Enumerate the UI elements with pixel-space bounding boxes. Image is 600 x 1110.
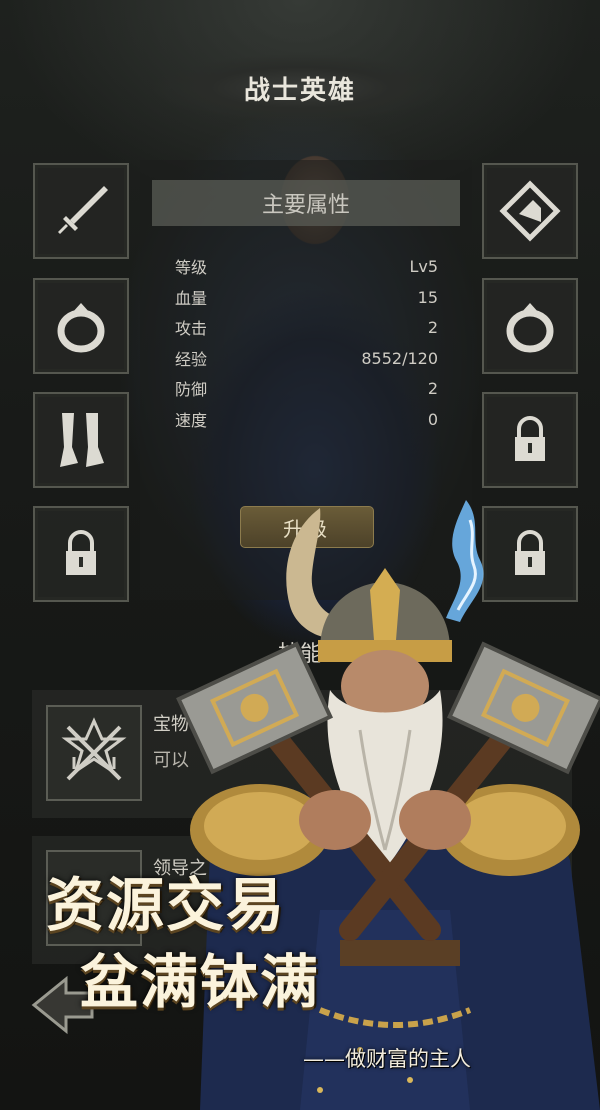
equip-slot-locked-right-1[interactable] (482, 392, 578, 488)
skill-icon-frame[interactable] (46, 705, 142, 801)
equip-slot-amulet[interactable] (482, 163, 578, 259)
promo-headline-1: 资源交易 (46, 871, 287, 939)
stat-label: 等级 (175, 258, 208, 277)
stat-value: 15 (417, 287, 438, 307)
title-banner: 战士英雄 (150, 52, 450, 124)
amulet-icon (499, 180, 561, 242)
page-title: 战士英雄 (243, 75, 356, 106)
equip-slot-boots[interactable] (33, 392, 129, 488)
stat-value: 2 (427, 378, 438, 398)
equip-slot-weapon[interactable] (33, 163, 129, 259)
boots-icon (60, 413, 104, 467)
stat-value: 8552/120 (361, 348, 438, 368)
stats-header: 主要属性 (152, 180, 460, 226)
stat-row-speed: 速度 0 (175, 407, 438, 431)
stat-row-level: 等级 Lv5 (175, 254, 438, 278)
ring-icon (57, 303, 105, 353)
lock-icon (515, 416, 545, 461)
stat-label: 血量 (175, 289, 208, 308)
promo-headline-2: 盆满钵满 (80, 948, 321, 1016)
crossed-swords-icon (61, 717, 127, 781)
stat-label: 攻击 (175, 319, 208, 338)
stat-row-attack: 攻击 2 (175, 315, 438, 339)
stat-label: 速度 (175, 411, 208, 430)
stat-row-defense: 防御 2 (175, 376, 438, 400)
sword-icon (58, 186, 108, 234)
stat-row-exp: 经验 8552/120 (175, 346, 438, 370)
stat-value: 0 (427, 409, 438, 429)
equip-slot-locked-left[interactable] (33, 506, 129, 602)
stat-value: 2 (427, 317, 438, 337)
promo-slogan: ——做财富的主人 (303, 1047, 471, 1071)
lock-icon (66, 530, 96, 575)
equip-slot-ring-right[interactable] (482, 278, 578, 374)
stat-label: 经验 (175, 350, 208, 369)
equip-slot-ring-left[interactable] (33, 278, 129, 374)
ring-icon (506, 303, 554, 353)
stat-label: 防御 (175, 380, 208, 399)
stat-row-hp: 血量 15 (175, 285, 438, 309)
stat-value: Lv5 (409, 256, 438, 276)
